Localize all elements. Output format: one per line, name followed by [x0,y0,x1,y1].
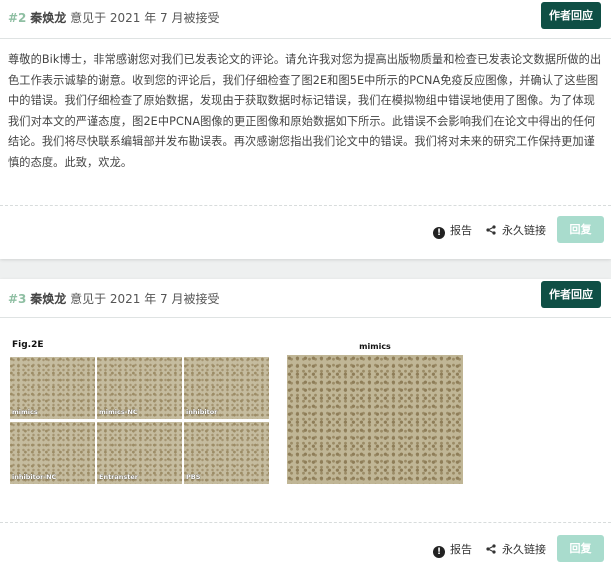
panel-label: mimics [12,408,38,416]
comment-actions: ! 报告 永久链接 回复 [0,216,611,244]
alert-circle-icon: ! [433,546,445,558]
comment-divider [0,205,611,206]
permalink-link[interactable]: 永久链接 [486,541,546,557]
figure-panels: mimics mimics-NC inhibitor inhibitor-NC … [10,357,270,486]
panel-label: inhibitor-NC [12,473,57,481]
reply-button[interactable]: 回复 [557,535,604,562]
comment-date: 意见于 2021 年 7 月被接受 [70,292,220,306]
figure-label: Fig.2E [12,340,44,350]
report-label: 报告 [450,543,472,556]
panel-label: PBS [186,473,201,481]
comment-body: 尊敬的Bik博士，非常感谢您对我们已发表论文的评论。请允许我对您为提高出版物质量… [8,53,602,169]
figure-image [287,355,463,484]
comment-title: #3 秦焕龙 意见于 2021 年 7 月被接受 [8,290,220,307]
comment-number[interactable]: #3 [8,292,26,306]
figure-2e: Fig.2E mimics mimics-NC inhibitor inhibi… [10,340,270,488]
figure-panel: Entranster [97,422,182,484]
share-icon [486,544,496,554]
panel-label: Entranster [99,473,138,481]
reply-button[interactable]: 回复 [557,216,604,243]
comment-author[interactable]: 秦焕龙 [30,292,66,306]
alert-circle-icon: ! [433,227,445,239]
comment-date: 意见于 2021 年 7 月被接受 [70,11,220,25]
permalink-label: 永久链接 [502,543,546,556]
figure-mimics-original: mimics [287,342,463,487]
figure-panel: PBS [184,422,269,484]
comment-divider [0,522,611,523]
figure-panel: mimics [10,357,95,419]
panel-label: inhibitor [186,408,218,416]
comment-card: #2 秦焕龙 意见于 2021 年 7 月被接受 作者回应 尊敬的Bik博士，非… [0,0,611,259]
comment-title: #2 秦焕龙 意见于 2021 年 7 月被接受 [8,9,220,26]
comment-number[interactable]: #2 [8,11,26,25]
permalink-link[interactable]: 永久链接 [486,222,546,238]
report-link[interactable]: ! 报告 [433,222,472,239]
comment-actions: ! 报告 永久链接 回复 [0,535,611,563]
report-label: 报告 [450,224,472,237]
share-icon [486,225,496,235]
comment-header: #2 秦焕龙 意见于 2021 年 7 月被接受 作者回应 [0,0,611,39]
permalink-label: 永久链接 [502,224,546,237]
author-response-badge: 作者回应 [541,281,601,308]
author-response-badge: 作者回应 [541,2,601,29]
figure-panel: mimics-NC [97,357,182,419]
figure-panel: inhibitor-NC [10,422,95,484]
report-link[interactable]: ! 报告 [433,541,472,558]
comment-card: #3 秦焕龙 意见于 2021 年 7 月被接受 作者回应 Fig.2E mim… [0,279,611,566]
comment-author[interactable]: 秦焕龙 [30,11,66,25]
panel-label: mimics-NC [99,408,138,416]
comment-header: #3 秦焕龙 意见于 2021 年 7 月被接受 作者回应 [0,279,611,318]
figure2-label: mimics [359,342,391,351]
figure-panel: inhibitor [184,357,269,419]
